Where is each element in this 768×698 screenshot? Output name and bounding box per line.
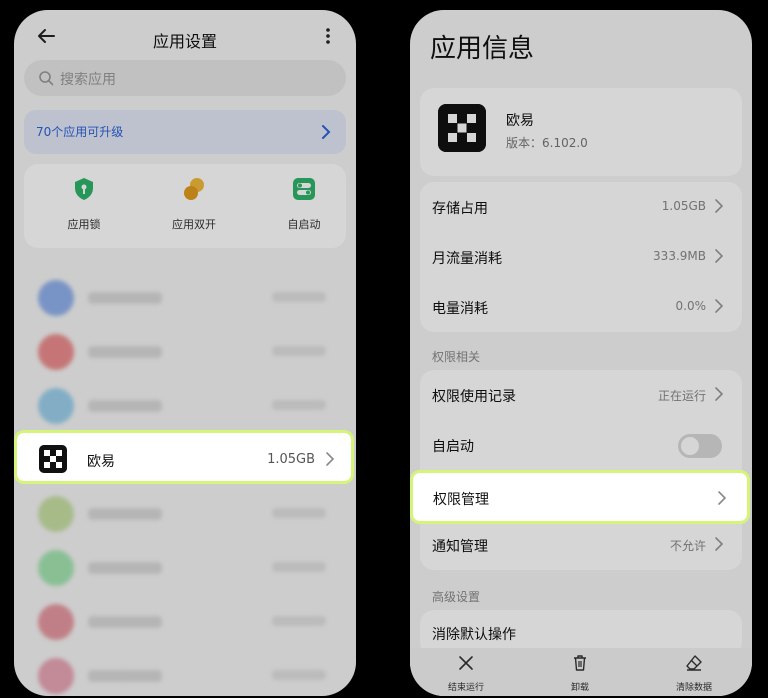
app-info-screen: 应用信息 欧易 版本：6.102.0 存储占用 1.05GB 月流量消耗 333… [410, 10, 752, 696]
permission-history-row[interactable]: 权限使用记录 正在运行 [420, 370, 742, 420]
quick-action-label: 自启动 [287, 218, 321, 231]
chevron-right-icon [715, 249, 724, 263]
app-size: 1.05GB [267, 452, 315, 467]
row-label: 权限使用记录 [432, 389, 516, 405]
search-bar[interactable]: 搜索应用 [24, 60, 346, 96]
quick-action-label: 应用双开 [172, 218, 216, 231]
trash-icon [574, 655, 586, 671]
close-x-icon [459, 656, 473, 670]
search-placeholder: 搜索应用 [60, 72, 116, 88]
row-value: 333.9MB [653, 249, 706, 263]
app-settings-screen: 应用设置 搜索应用 70个应用可升级 应用锁 应用双开 自启动 [14, 10, 356, 696]
action-label: 卸载 [570, 683, 589, 693]
force-stop-button[interactable]: 结束运行 [426, 654, 506, 693]
action-label: 清除数据 [675, 683, 712, 693]
upgrade-banner[interactable]: 70个应用可升级 [24, 110, 346, 154]
app-name: 欧易 [506, 113, 534, 129]
chevron-right-icon [322, 125, 331, 139]
chevron-right-icon [715, 537, 724, 551]
section-header-permissions: 权限相关 [432, 350, 481, 364]
app-row-okx[interactable]: 欧易 1.05GB [14, 430, 354, 484]
battery-usage-row[interactable]: 电量消耗 0.0% [420, 282, 742, 332]
shield-lock-icon [75, 178, 93, 200]
quick-action-autostart[interactable]: 自启动 [254, 176, 354, 232]
quick-action-dual-app[interactable]: 应用双开 [144, 176, 244, 232]
app-name: 欧易 [87, 454, 115, 470]
list-item [24, 488, 346, 540]
row-value: 0.0% [675, 299, 707, 313]
chevron-right-icon [326, 452, 335, 466]
list-item [24, 542, 346, 594]
row-label: 通知管理 [432, 539, 488, 555]
search-icon [39, 71, 54, 86]
row-value: 正在运行 [657, 389, 706, 403]
quick-action-label: 应用锁 [67, 218, 101, 231]
permission-management-row[interactable]: 权限管理 [410, 470, 750, 524]
row-label: 电量消耗 [432, 301, 488, 317]
upgrade-banner-text: 70个应用可升级 [36, 125, 124, 139]
row-value: 1.05GB [661, 199, 706, 213]
chevron-right-icon [715, 299, 724, 313]
quick-actions: 应用锁 应用双开 自启动 [24, 164, 346, 248]
app-header-card: 欧易 版本：6.102.0 [420, 88, 742, 176]
header: 应用设置 [14, 18, 356, 58]
row-label: 消除默认操作 [432, 627, 516, 643]
clear-data-button[interactable]: 清除数据 [654, 654, 734, 693]
toggle-knob [681, 437, 699, 455]
row-label: 存储占用 [432, 201, 488, 217]
toggle-switch-icon [293, 178, 315, 200]
page-title: 应用信息 [430, 34, 535, 64]
app-logo-icon [39, 445, 67, 473]
app-list-blurred [24, 272, 346, 696]
dual-circles-icon [184, 178, 204, 200]
list-item [24, 380, 346, 432]
data-usage-row[interactable]: 月流量消耗 333.9MB [420, 232, 742, 282]
autostart-toggle[interactable] [678, 434, 722, 458]
app-logo-icon [438, 104, 486, 152]
more-options-icon[interactable] [322, 24, 334, 48]
row-label: 自启动 [432, 439, 474, 455]
section-header-advanced: 高级设置 [432, 590, 481, 604]
list-item [24, 272, 346, 324]
row-label: 月流量消耗 [432, 251, 502, 267]
autostart-row: 自启动 [420, 420, 742, 470]
quick-action-app-lock[interactable]: 应用锁 [34, 176, 134, 232]
row-label: 权限管理 [433, 492, 489, 508]
row-value: 不允许 [669, 539, 706, 553]
page-title: 应用设置 [152, 32, 217, 51]
list-item [24, 596, 346, 648]
notification-row[interactable]: 通知管理 不允许 [420, 520, 742, 570]
action-label: 结束运行 [447, 683, 484, 693]
chevron-right-icon [715, 199, 724, 213]
app-version: 版本：6.102.0 [506, 136, 588, 150]
storage-row[interactable]: 存储占用 1.05GB [420, 182, 742, 232]
chevron-right-icon [715, 387, 724, 401]
eraser-icon [686, 655, 702, 671]
uninstall-button[interactable]: 卸载 [540, 654, 620, 693]
bottom-action-bar: 结束运行 卸载 清除数据 [410, 648, 752, 696]
usage-group: 存储占用 1.05GB 月流量消耗 333.9MB 电量消耗 0.0% [420, 182, 742, 332]
list-item [24, 326, 346, 378]
list-item [24, 650, 346, 696]
chevron-right-icon [718, 491, 727, 505]
